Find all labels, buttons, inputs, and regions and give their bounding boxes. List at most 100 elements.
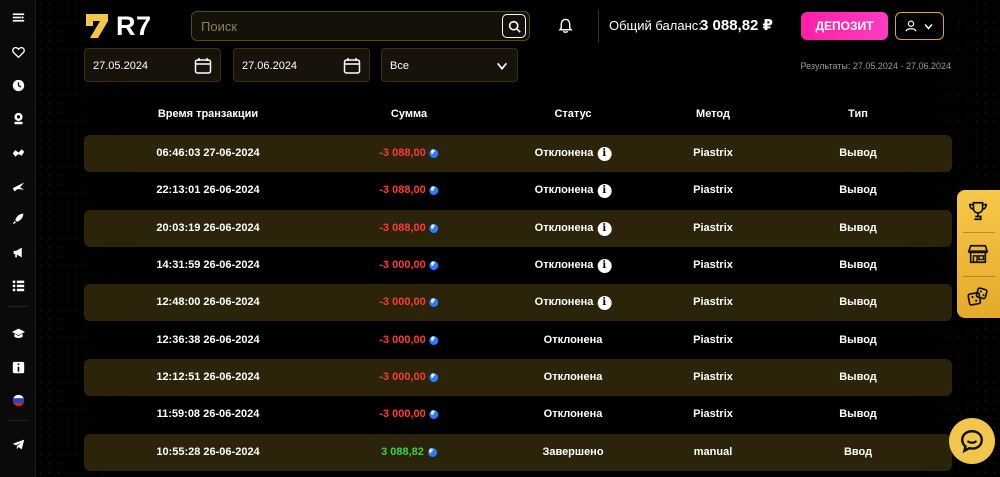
status-info-icon[interactable]: i bbox=[597, 295, 612, 310]
cell-amount: -3 000,00 bbox=[379, 359, 439, 396]
info-icon[interactable] bbox=[0, 356, 36, 378]
column-header-method: Метод bbox=[696, 108, 730, 120]
cell-status-text: Отклонена bbox=[534, 184, 594, 196]
cell-time: 06:46:03 27-06-2024 bbox=[156, 135, 259, 172]
search-button[interactable] bbox=[502, 14, 526, 38]
cell-amount-text: -3 088,00 bbox=[379, 147, 426, 159]
table-header: Время транзакции Сумма Статус Метод Тип bbox=[84, 108, 952, 124]
cell-method: Piastrix bbox=[693, 247, 733, 284]
deposit-button[interactable]: ДЕПОЗИТ bbox=[801, 12, 888, 40]
cell-status-text: Отклонена bbox=[543, 334, 603, 346]
shop-button[interactable] bbox=[965, 241, 991, 267]
chevron-down-icon bbox=[924, 23, 933, 30]
cell-method: Piastrix bbox=[693, 135, 733, 172]
cell-type-text: Вывод bbox=[839, 371, 877, 383]
results-range: Результаты: 27.05.2024 - 27.06.2024 bbox=[800, 61, 952, 71]
date-from-field[interactable]: 27.05.2024 bbox=[84, 48, 221, 82]
cell-amount-text: -3 088,00 bbox=[379, 184, 426, 196]
notifications-button[interactable] bbox=[555, 16, 575, 36]
logo[interactable]: R7 bbox=[84, 11, 152, 41]
table-row: 12:36:38 26-06-2024 -3 000,00 Отклонена Pia… bbox=[84, 322, 952, 359]
status-info-icon[interactable]: i bbox=[597, 258, 612, 273]
cell-type-text: Вывод bbox=[839, 184, 877, 196]
cell-time: 14:31:59 26-06-2024 bbox=[156, 247, 259, 284]
transaction-type-select[interactable]: Все bbox=[381, 48, 518, 82]
search-input[interactable] bbox=[192, 12, 502, 40]
search-icon bbox=[508, 20, 521, 33]
cell-time-text: 12:12:51 26-06-2024 bbox=[156, 371, 260, 383]
transaction-type-value: Все bbox=[390, 60, 409, 72]
cell-type: Вывод bbox=[839, 322, 877, 359]
quick-panel bbox=[957, 190, 1000, 318]
column-header-time: Время транзакции bbox=[157, 108, 259, 120]
russia-flag-icon[interactable] bbox=[0, 389, 36, 411]
status-info-icon[interactable]: i bbox=[597, 183, 612, 198]
table-row: 12:12:51 26-06-2024 -3 000,00 Отклонена Pia… bbox=[84, 359, 952, 396]
cell-status: Отклонена i bbox=[535, 210, 612, 247]
clock-icon[interactable] bbox=[0, 74, 36, 96]
tournaments-button[interactable] bbox=[965, 198, 991, 224]
balance-value: 3 088,82 ₽ bbox=[700, 17, 773, 34]
calendar-icon bbox=[343, 58, 361, 74]
cell-status: Отклонена i bbox=[535, 247, 612, 284]
rocket-icon[interactable] bbox=[0, 207, 36, 229]
cell-type: Вывод bbox=[839, 396, 877, 433]
status-info-icon[interactable]: i bbox=[597, 221, 612, 236]
megaphone-icon[interactable] bbox=[0, 241, 36, 263]
cell-amount-text: -3 000,00 bbox=[379, 371, 426, 383]
column-header-amount: Сумма bbox=[390, 108, 428, 120]
sports-icon[interactable] bbox=[0, 141, 36, 163]
cell-method: Piastrix bbox=[693, 322, 733, 359]
cell-method: Piastrix bbox=[693, 172, 733, 209]
cell-status: Отклонена i bbox=[535, 284, 612, 321]
calendar-icon bbox=[194, 58, 212, 74]
bell-icon bbox=[557, 18, 573, 33]
cell-method-text: Piastrix bbox=[693, 184, 733, 196]
live-casino-icon[interactable] bbox=[0, 107, 36, 129]
cell-status: Отклонена bbox=[544, 359, 603, 396]
ruble-coin-icon bbox=[429, 172, 439, 209]
cell-method: Piastrix bbox=[693, 359, 733, 396]
ruble-coin-icon bbox=[429, 322, 439, 359]
cell-time: 12:36:38 26-06-2024 bbox=[156, 322, 259, 359]
cell-time: 11:59:08 26-06-2024 bbox=[157, 396, 260, 433]
list-icon[interactable] bbox=[0, 274, 36, 296]
user-menu-button[interactable] bbox=[895, 12, 944, 40]
cell-type-text: Вывод bbox=[839, 222, 877, 234]
graduation-icon[interactable] bbox=[0, 322, 36, 344]
cell-method-text: Piastrix bbox=[693, 147, 733, 159]
cell-time-text: 14:31:59 26-06-2024 bbox=[156, 259, 260, 271]
ruble-coin-icon bbox=[429, 396, 439, 433]
telegram-icon[interactable] bbox=[0, 433, 36, 455]
cell-status: Отклонена bbox=[544, 322, 603, 359]
status-info-icon[interactable]: i bbox=[597, 146, 612, 161]
cell-type: Вывод bbox=[839, 359, 877, 396]
menu-icon[interactable] bbox=[0, 6, 36, 28]
ruble-coin-icon bbox=[429, 247, 439, 284]
cell-status-text: Завершено bbox=[542, 446, 604, 458]
cell-time: 10:55:28 26-06-2024 bbox=[156, 434, 259, 471]
table-row: 06:46:03 27-06-2024 -3 088,00 Отклоненаi Pi… bbox=[84, 135, 952, 172]
cell-method-text: Piastrix bbox=[693, 259, 733, 271]
support-chat-button[interactable] bbox=[949, 418, 995, 464]
cell-status-text: Отклонена bbox=[534, 259, 594, 271]
cell-status: Отклонена i bbox=[535, 172, 612, 209]
cell-status: Отклонена i bbox=[535, 135, 612, 172]
ruble-coin-icon bbox=[429, 359, 439, 396]
shop-icon bbox=[967, 244, 989, 264]
cell-method-text: Piastrix bbox=[693, 371, 733, 383]
heart-icon[interactable] bbox=[0, 41, 36, 63]
date-to-field[interactable]: 27.06.2024 bbox=[233, 48, 370, 82]
aviator-icon[interactable] bbox=[0, 175, 36, 197]
cell-time-text: 12:36:38 26-06-2024 bbox=[156, 334, 260, 346]
logo-text: R7 bbox=[116, 10, 152, 41]
cell-amount-text: -3 000,00 bbox=[379, 334, 426, 346]
cell-status: Завершено bbox=[542, 434, 603, 471]
cell-amount: -3 000,00 bbox=[379, 247, 439, 284]
cell-amount-text: -3 000,00 bbox=[379, 296, 426, 308]
search-bar bbox=[191, 11, 530, 41]
games-button[interactable] bbox=[965, 284, 991, 310]
cell-amount: 3 088,82 bbox=[381, 434, 437, 471]
column-header-status: Статус bbox=[554, 108, 592, 120]
ruble-coin-icon bbox=[429, 284, 439, 321]
